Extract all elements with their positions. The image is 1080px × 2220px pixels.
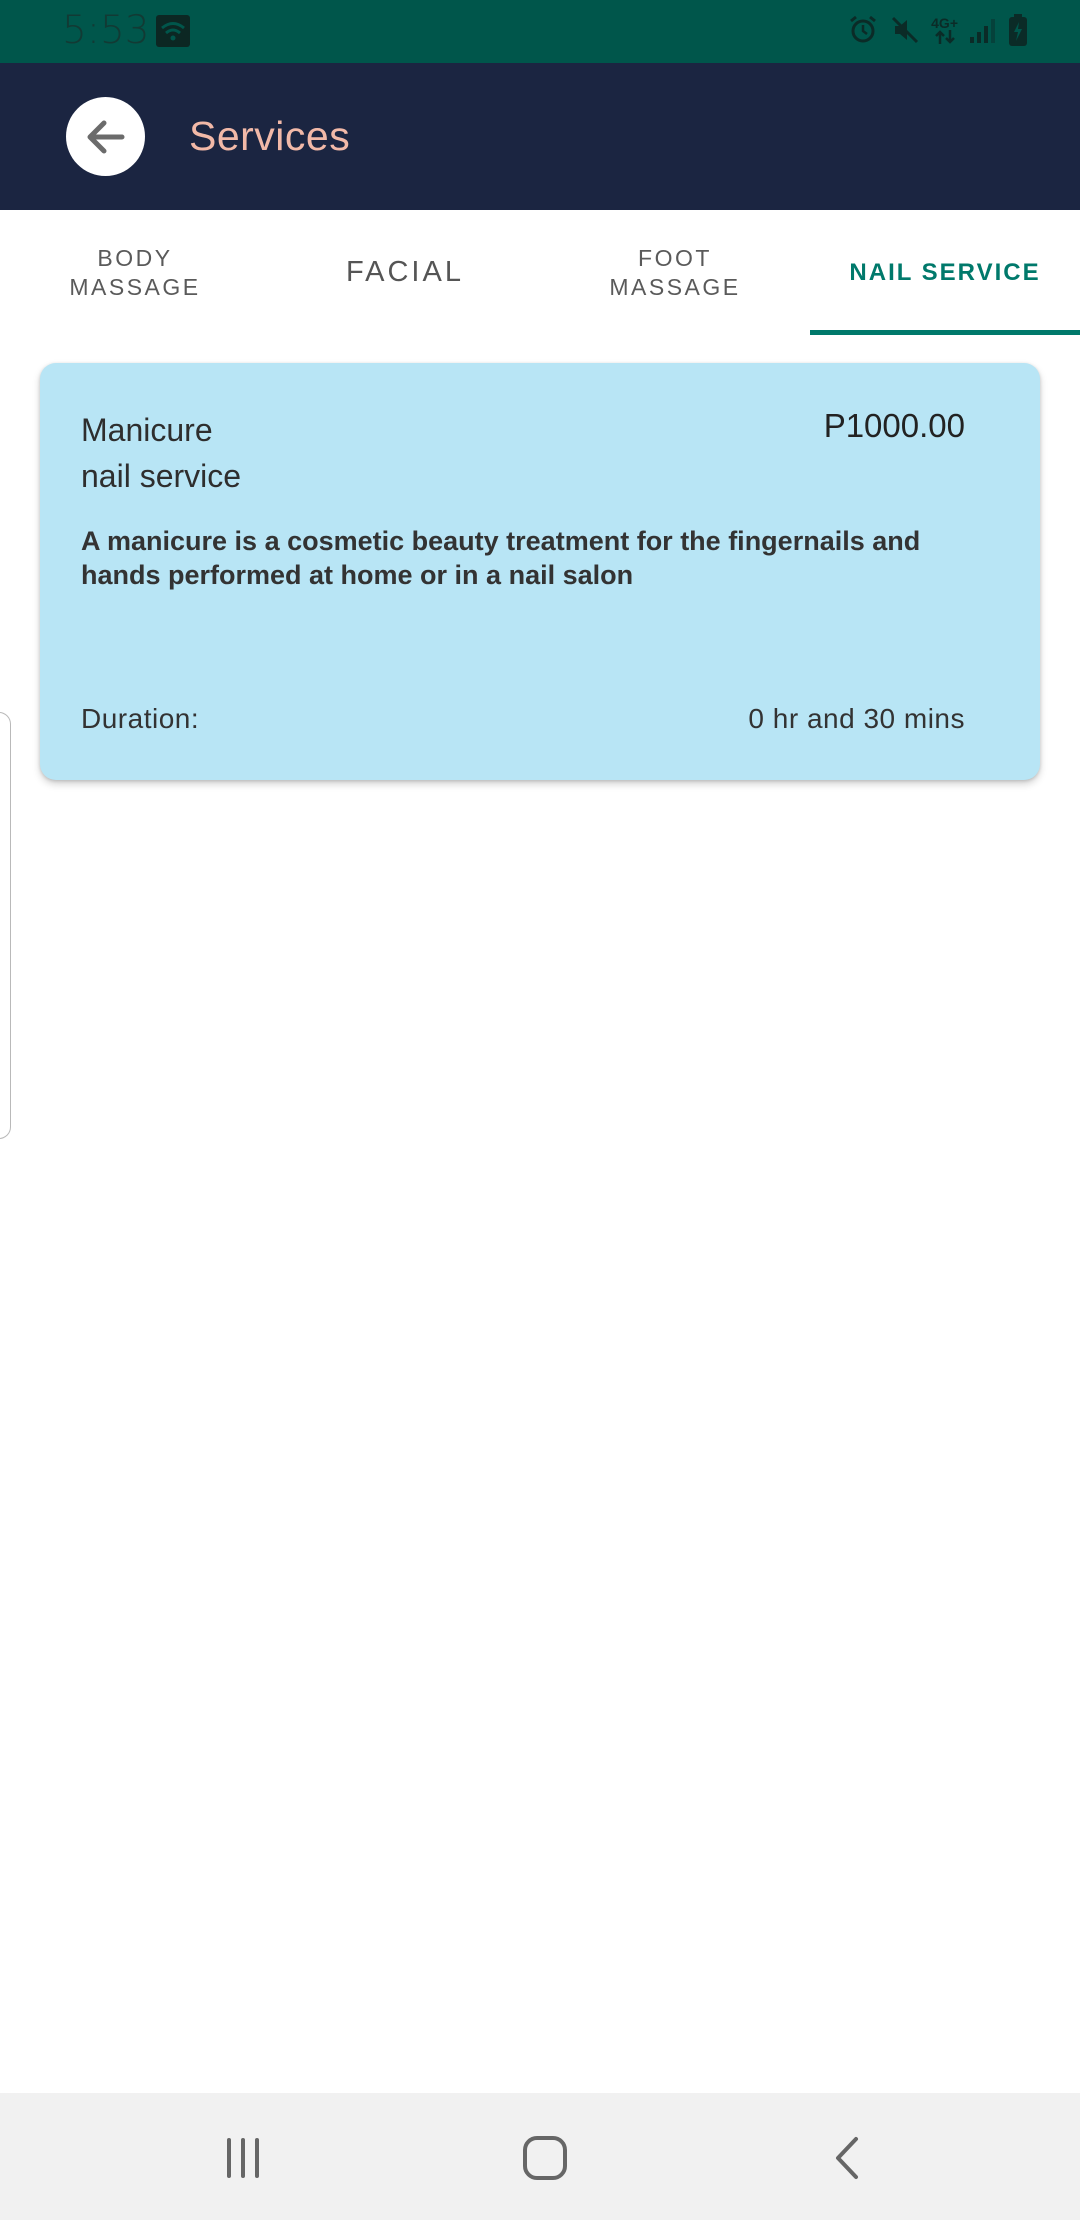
app-bar: Services — [0, 63, 1080, 210]
service-name-line1: Manicure — [81, 412, 213, 448]
arrow-back-icon — [87, 120, 124, 153]
tab-label: MASSAGE — [69, 273, 201, 300]
status-bar: 5:53 4G+ — [0, 0, 1080, 63]
duration-label: Duration: — [81, 703, 200, 734]
edge-panel-handle[interactable] — [0, 712, 11, 1139]
battery-charging-icon — [1009, 14, 1027, 46]
tab-nail-service[interactable]: NAIL SERVICE — [810, 210, 1080, 335]
network-label: 4G+ — [931, 15, 958, 31]
service-price: P1000.00 — [823, 407, 965, 444]
alarm-icon — [850, 15, 877, 43]
duration-value: 0 hr and 30 mins — [748, 703, 965, 734]
status-time: 5:53 — [62, 8, 150, 53]
service-name: Manicure nail service — [81, 407, 241, 499]
tab-foot-massage[interactable]: FOOT MASSAGE — [540, 210, 810, 335]
tab-label: FOOT — [638, 244, 712, 271]
recent-apps-button[interactable] — [213, 2133, 273, 2183]
back-icon — [836, 2137, 858, 2179]
tab-bar: BODY MASSAGE FACIAL FOOT MASSAGE NAIL SE… — [0, 210, 1080, 335]
back-nav-button[interactable] — [818, 2133, 878, 2183]
tab-label: FACIAL — [346, 256, 464, 288]
tab-label: BODY — [97, 244, 173, 271]
home-icon — [523, 2136, 567, 2180]
service-description: A manicure is a cosmetic beauty treatmen… — [81, 526, 921, 590]
service-card[interactable]: Manicure nail service P1000.00 A manicur… — [40, 363, 1040, 780]
tab-label: NAIL SERVICE — [849, 259, 1041, 286]
navigation-bar — [0, 2093, 1080, 2220]
wifi-icon — [156, 15, 190, 47]
back-button[interactable] — [66, 97, 145, 176]
page-title: Services — [189, 113, 351, 159]
signal-icon — [970, 19, 995, 43]
service-name-line2: nail service — [81, 458, 242, 494]
mute-icon — [892, 16, 919, 44]
tab-body-massage[interactable]: BODY MASSAGE — [0, 210, 270, 335]
recent-apps-icon — [227, 2138, 259, 2178]
tab-label: MASSAGE — [609, 273, 741, 300]
network-type-icon: 4G+ — [931, 16, 958, 44]
tab-facial[interactable]: FACIAL — [270, 210, 540, 335]
home-button[interactable] — [515, 2133, 575, 2183]
